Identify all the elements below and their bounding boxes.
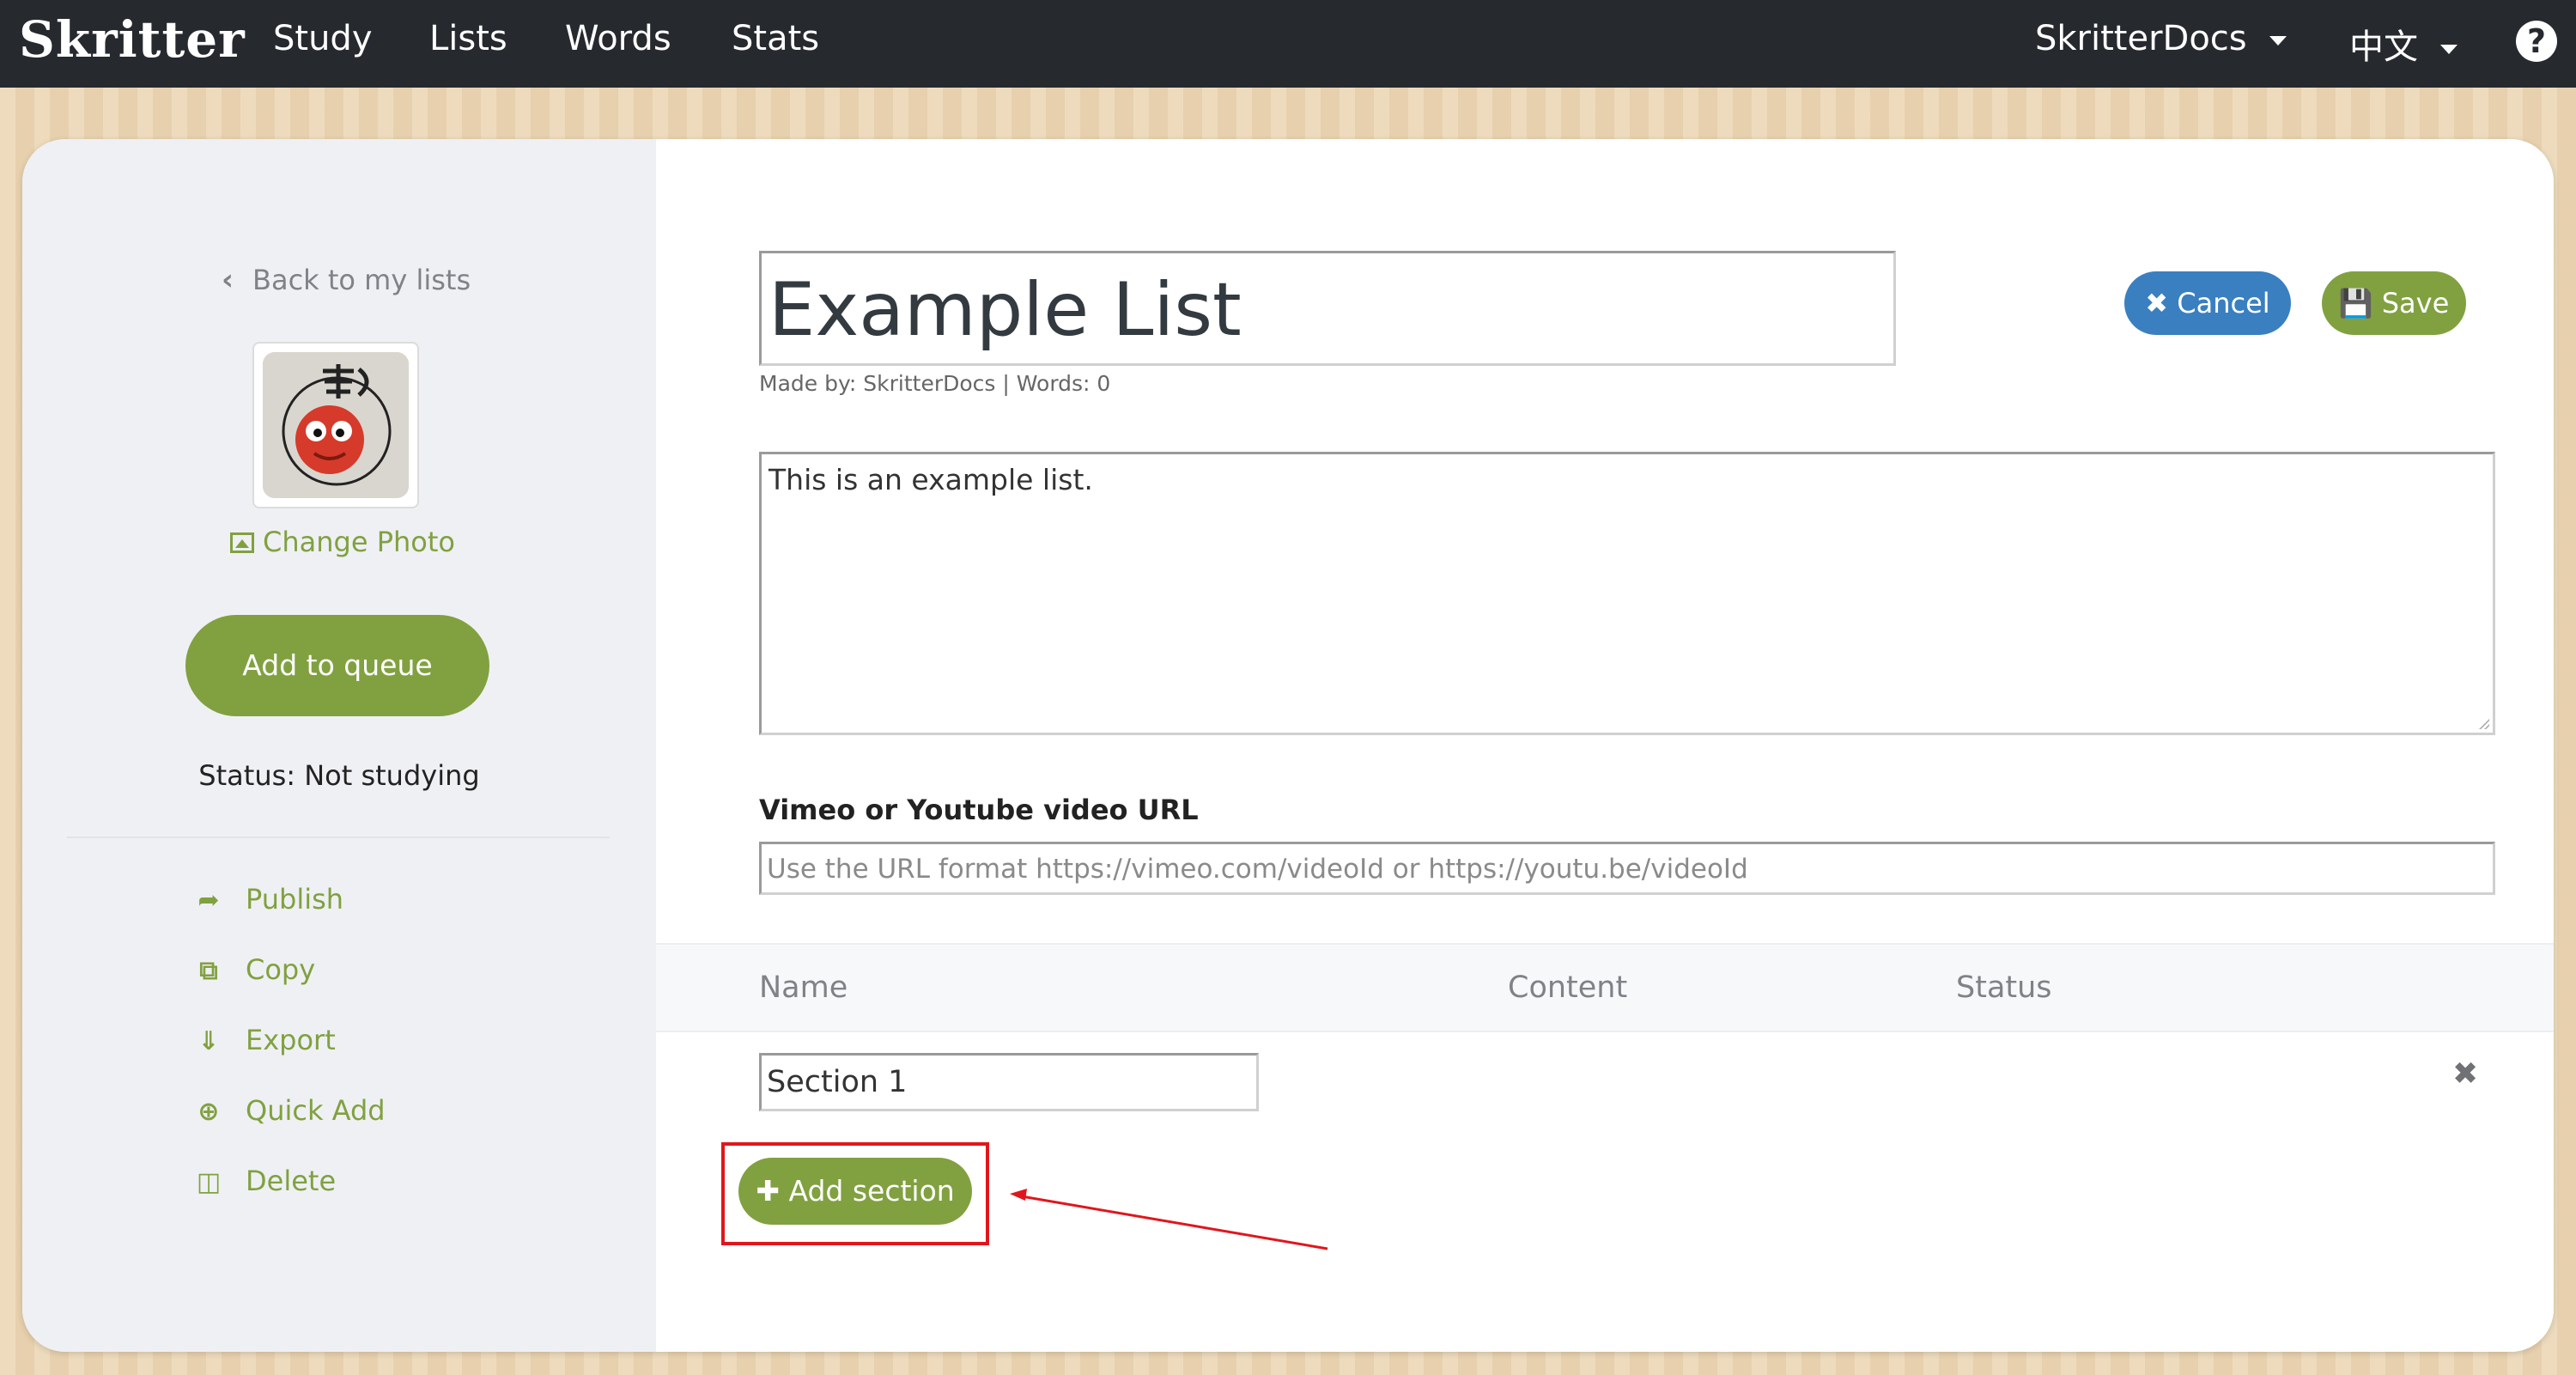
help-icon[interactable]: ? — [2516, 21, 2557, 62]
chevron-left-icon: ‹ — [222, 263, 234, 297]
export-label: Export — [246, 1024, 336, 1056]
column-status: Status — [1956, 970, 2052, 1005]
language-label: 中文 — [2349, 27, 2418, 67]
change-photo-label: Change Photo — [263, 526, 455, 558]
caret-down-icon — [2440, 44, 2458, 54]
nav-lists[interactable]: Lists — [429, 19, 507, 58]
column-content: Content — [1508, 970, 1628, 1005]
trash-icon: ◫ — [196, 1167, 222, 1197]
copy-label: Copy — [246, 953, 316, 986]
resize-handle[interactable] — [2479, 719, 2489, 729]
quick-add-action[interactable]: ⊕ Quick Add — [196, 1094, 386, 1127]
sidebar: ‹ Back to my lists Change Photo Add to q… — [22, 139, 656, 1352]
publish-label: Publish — [246, 883, 344, 916]
change-photo-link[interactable]: Change Photo — [230, 526, 455, 558]
nav-stats[interactable]: Stats — [732, 19, 819, 58]
list-title-input[interactable]: Example List — [759, 251, 1896, 366]
top-nav: Skritter Study Lists Words Stats Skritte… — [0, 0, 2576, 88]
description-text: This is an example list. — [769, 463, 1093, 496]
plus-circle-icon: ⊕ — [197, 1097, 220, 1127]
save-label: Save — [2381, 287, 2450, 319]
back-link-label: Back to my lists — [252, 264, 471, 296]
logo[interactable]: Skritter — [19, 10, 246, 69]
video-url-label: Vimeo or Youtube video URL — [759, 794, 1199, 826]
video-url-input[interactable]: Use the URL format https://vimeo.com/vid… — [759, 842, 2495, 895]
column-name: Name — [759, 970, 848, 1005]
delete-label: Delete — [246, 1165, 337, 1197]
cancel-label: Cancel — [2177, 287, 2270, 319]
nav-study[interactable]: Study — [273, 19, 373, 58]
user-name: SkritterDocs — [2035, 19, 2247, 58]
floppy-icon: 💾 — [2338, 287, 2373, 319]
cancel-button[interactable]: ✖ Cancel — [2124, 271, 2291, 335]
publish-action[interactable]: ➦ Publish — [196, 883, 343, 916]
section-name-input[interactable]: Section 1 — [759, 1053, 1259, 1111]
close-icon: ✖ — [2145, 287, 2169, 319]
copy-icon: ⧉ — [199, 956, 218, 986]
sections-table-header: Name Content Status — [656, 943, 2554, 1032]
mascot-image — [263, 352, 409, 498]
quick-add-label: Quick Add — [246, 1094, 386, 1127]
language-menu[interactable]: 中文 — [2349, 19, 2458, 69]
main-editor: Example List Made by: SkritterDocs | Wor… — [656, 139, 2554, 1352]
caret-down-icon — [2269, 35, 2287, 46]
delete-action[interactable]: ◫ Delete — [196, 1165, 336, 1197]
download-icon: ⇓ — [197, 1026, 220, 1056]
list-editor-card: ‹ Back to my lists Change Photo Add to q… — [22, 139, 2554, 1352]
list-photo-image — [263, 352, 409, 498]
nav-words[interactable]: Words — [565, 19, 671, 58]
add-to-queue-button[interactable]: Add to queue — [185, 615, 489, 716]
add-section-button[interactable]: ✚ Add section — [738, 1158, 972, 1225]
copy-action[interactable]: ⧉ Copy — [196, 953, 315, 986]
save-button[interactable]: 💾 Save — [2322, 271, 2466, 335]
sidebar-divider — [67, 837, 610, 838]
list-meta: Made by: SkritterDocs | Words: 0 — [759, 371, 1111, 396]
share-icon: ➦ — [197, 885, 220, 916]
user-menu[interactable]: SkritterDocs — [2035, 19, 2287, 58]
export-action[interactable]: ⇓ Export — [196, 1024, 336, 1056]
description-textarea[interactable]: This is an example list. — [759, 452, 2495, 735]
add-section-label: Add section — [788, 1174, 955, 1208]
study-status: Status: Not studying — [198, 759, 480, 792]
list-photo — [252, 342, 419, 508]
picture-icon — [230, 532, 254, 553]
remove-section-close-icon[interactable]: ✖ — [2452, 1056, 2478, 1092]
plus-icon: ✚ — [756, 1174, 780, 1208]
back-to-lists-link[interactable]: ‹ Back to my lists — [222, 263, 471, 297]
